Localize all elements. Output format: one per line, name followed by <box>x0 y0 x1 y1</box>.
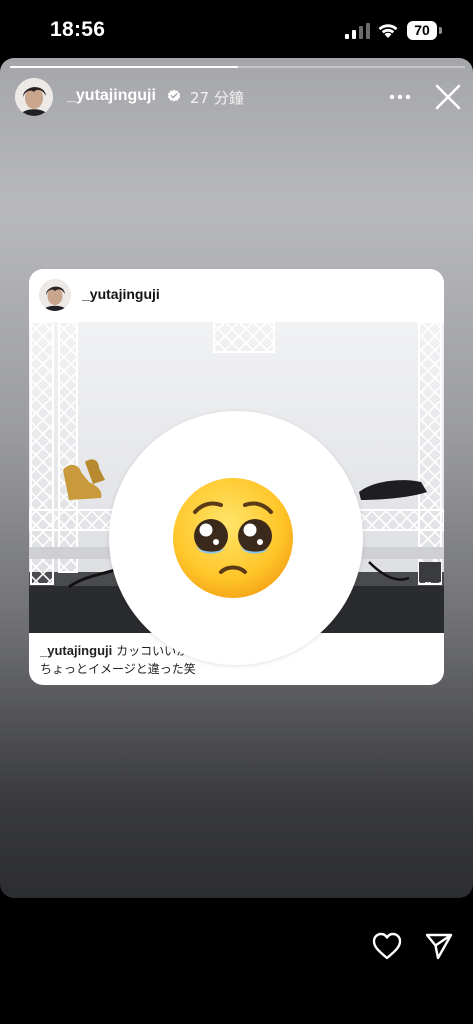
pleading-face-emoji <box>173 478 293 598</box>
wifi-icon <box>378 24 398 38</box>
shared-post-avatar <box>39 279 71 311</box>
battery-level: 70 <box>407 21 437 40</box>
shared-post-username: _yutajinguji <box>82 286 160 302</box>
battery-tip <box>439 27 442 34</box>
shared-post-avatar-photo <box>39 279 71 311</box>
signal-icon <box>345 23 370 39</box>
story-timestamp: 27 分鐘 <box>190 89 244 107</box>
caption-text-line2: ちょっとイメージと違った笑 <box>40 662 196 676</box>
shared-post-header: _yutajinguji <box>29 269 444 322</box>
send-icon[interactable] <box>424 931 454 961</box>
story-actions-bar <box>0 898 473 1024</box>
verified-icon <box>167 89 181 102</box>
avatar-photo <box>15 78 53 116</box>
story-progress-fill <box>10 66 238 68</box>
caption-username: _yutajinguji <box>40 643 113 658</box>
story-username[interactable]: _yutajinguji <box>67 87 156 105</box>
emoji-sticker[interactable] <box>109 411 363 665</box>
close-icon[interactable] <box>434 83 462 111</box>
heart-icon[interactable] <box>371 931 403 961</box>
story-viewer-screen: 18:56 70 _yutajinguji 27 分鐘 _yutajinguji… <box>0 0 473 1024</box>
avatar[interactable] <box>15 78 53 116</box>
story-progress-bar <box>10 66 465 68</box>
status-bar: 18:56 70 <box>0 0 473 58</box>
more-icon[interactable] <box>384 88 416 106</box>
story-header: _yutajinguji 27 分鐘 <box>0 76 473 124</box>
battery-icon: 70 <box>407 21 443 40</box>
status-time: 18:56 <box>50 18 106 41</box>
story-panel[interactable]: _yutajinguji 27 分鐘 _yutajinguji _yutajin… <box>0 58 473 898</box>
